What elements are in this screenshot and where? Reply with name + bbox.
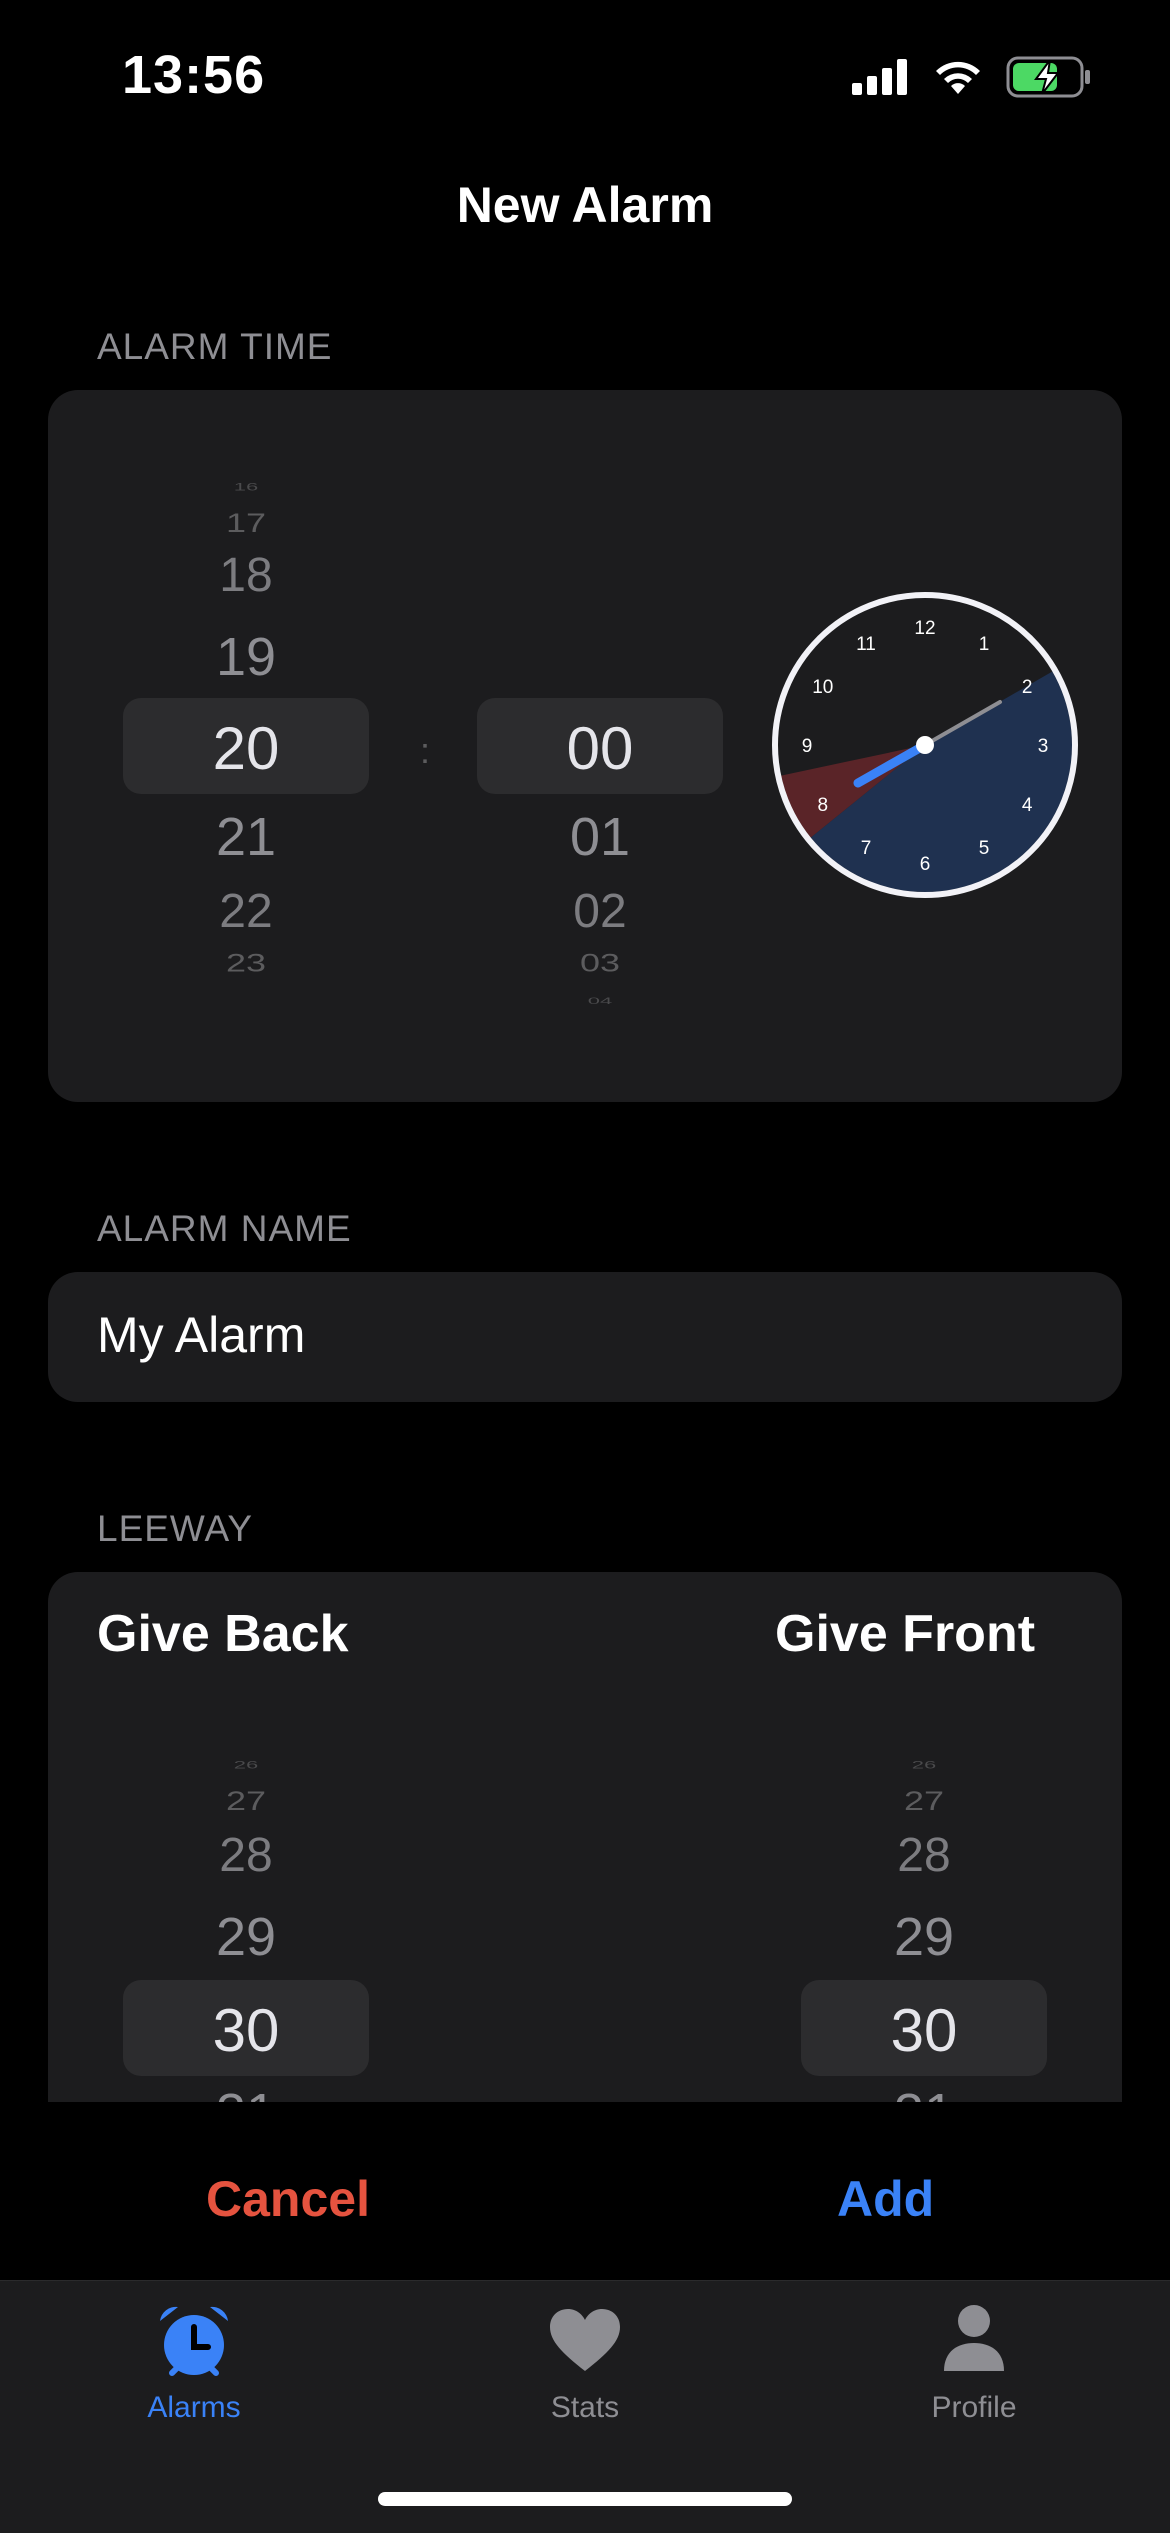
- time-separator: :: [420, 730, 431, 771]
- minute-picker[interactable]: 00 01 02 03 04: [477, 390, 723, 1102]
- hour-option[interactable]: 16: [123, 481, 369, 494]
- minute-option[interactable]: 02: [477, 884, 723, 939]
- give-front-option[interactable]: 26: [801, 1759, 1047, 1772]
- minute-option[interactable]: 04: [477, 996, 723, 1006]
- give-back-option[interactable]: 26: [123, 1759, 369, 1772]
- cellular-signal-icon: [852, 59, 907, 95]
- minute-selected[interactable]: 00: [477, 714, 723, 783]
- alarm-time-section-label: ALARM TIME: [97, 326, 333, 367]
- give-front-option[interactable]: 31: [801, 2082, 1047, 2102]
- cancel-button[interactable]: Cancel: [206, 2170, 370, 2228]
- clock-number: 1: [979, 634, 990, 655]
- clock-number: 4: [1022, 795, 1033, 816]
- give-back-option[interactable]: 29: [123, 1906, 369, 1968]
- hour-option[interactable]: 18: [123, 548, 369, 603]
- tab-profile-label: Profile: [931, 2391, 1017, 2424]
- wifi-icon: [936, 61, 980, 94]
- minute-option[interactable]: 01: [477, 806, 723, 868]
- clock-number: 8: [818, 795, 829, 816]
- give-back-option[interactable]: 28: [123, 1828, 369, 1883]
- clock-number: 7: [861, 838, 872, 859]
- clock-number: 6: [920, 854, 931, 875]
- give-front-option[interactable]: 29: [801, 1906, 1047, 1968]
- hour-selected[interactable]: 20: [123, 714, 369, 783]
- hour-option[interactable]: 19: [123, 626, 369, 688]
- action-bar: [0, 2102, 1170, 2280]
- give-back-option[interactable]: 27: [123, 1785, 369, 1817]
- give-back-selected[interactable]: 30: [123, 1996, 369, 2065]
- alarm-name-section-label: ALARM NAME: [97, 1208, 352, 1249]
- clock-number: 9: [802, 736, 813, 757]
- alarm-name-value[interactable]: My Alarm: [97, 1306, 305, 1364]
- give-back-label: Give Back: [97, 1605, 349, 1663]
- analog-clock: 121234567891011: [772, 592, 1078, 898]
- give-front-option[interactable]: 27: [801, 1785, 1047, 1817]
- battery-charging-icon: [1006, 56, 1090, 98]
- heart-icon: [550, 2309, 620, 2371]
- clock-number: 5: [979, 838, 990, 859]
- give-front-option[interactable]: 28: [801, 1828, 1047, 1883]
- alarm-time-card: 16 17 18 19 20 21 22 23 : 00 01 02 03 04…: [48, 390, 1122, 1102]
- clock-number: 10: [812, 677, 833, 698]
- home-indicator: [378, 2492, 792, 2506]
- clock-number: 2: [1022, 677, 1033, 698]
- give-back-option[interactable]: 31: [123, 2082, 369, 2102]
- person-icon: [944, 2305, 1004, 2371]
- clock-number: 11: [856, 634, 876, 655]
- clock-number: 12: [914, 618, 935, 639]
- status-icons: [852, 52, 1092, 102]
- clock-center: [916, 736, 934, 754]
- alarm-clock-icon: [160, 2306, 228, 2376]
- tab-alarms-label: Alarms: [147, 2391, 241, 2424]
- clock-number: 3: [1038, 736, 1049, 757]
- hour-option[interactable]: 23: [123, 948, 369, 977]
- give-front-selected[interactable]: 30: [801, 1996, 1047, 2065]
- give-front-label: Give Front: [775, 1605, 1036, 1663]
- hour-option[interactable]: 22: [123, 884, 369, 939]
- hour-picker[interactable]: 16 17 18 19 20 21 22 23: [123, 390, 369, 1102]
- hour-option[interactable]: 21: [123, 806, 369, 868]
- status-time: 13:56: [122, 45, 266, 105]
- add-button[interactable]: Add: [837, 2170, 934, 2228]
- leeway-section-label: LEEWAY: [97, 1508, 254, 1549]
- minute-option[interactable]: 03: [477, 948, 723, 977]
- tab-stats-label: Stats: [550, 2391, 620, 2424]
- page-title: New Alarm: [456, 177, 714, 233]
- hour-option[interactable]: 17: [123, 507, 369, 539]
